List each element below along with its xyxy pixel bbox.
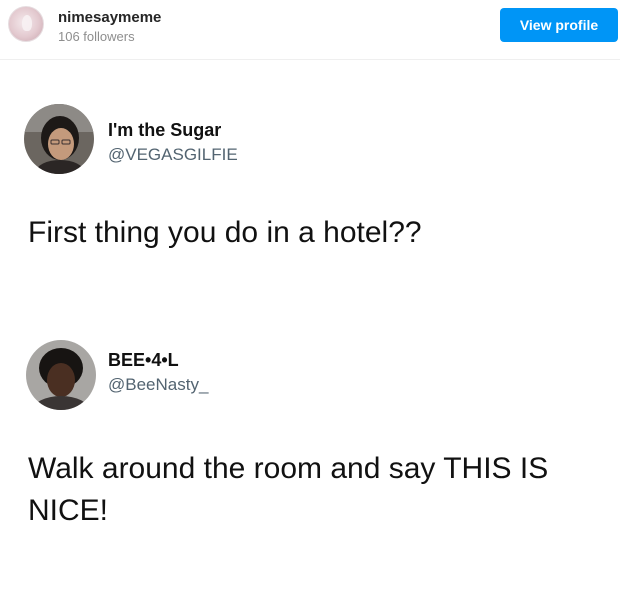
tweet-display-name: I'm the Sugar: [108, 120, 222, 140]
follower-count: 106 followers: [58, 29, 135, 44]
tweet-handle: @VEGASGILFIE: [108, 145, 238, 164]
tweet-text: Walk around the room and say THIS IS NIC…: [28, 452, 549, 527]
embed-header: nimesaymeme 106 followers View profile: [0, 0, 620, 60]
tweet-handle: @BeeNasty_: [108, 375, 209, 394]
tweet-display-name: BEE•4•L: [108, 350, 179, 370]
view-profile-button[interactable]: View profile: [500, 8, 618, 42]
tweet-text: First thing you do in a hotel??: [28, 216, 422, 249]
avatar: [26, 340, 96, 410]
avatar[interactable]: [8, 6, 44, 42]
profile-username[interactable]: nimesaymeme: [58, 9, 161, 26]
avatar: [24, 104, 94, 174]
